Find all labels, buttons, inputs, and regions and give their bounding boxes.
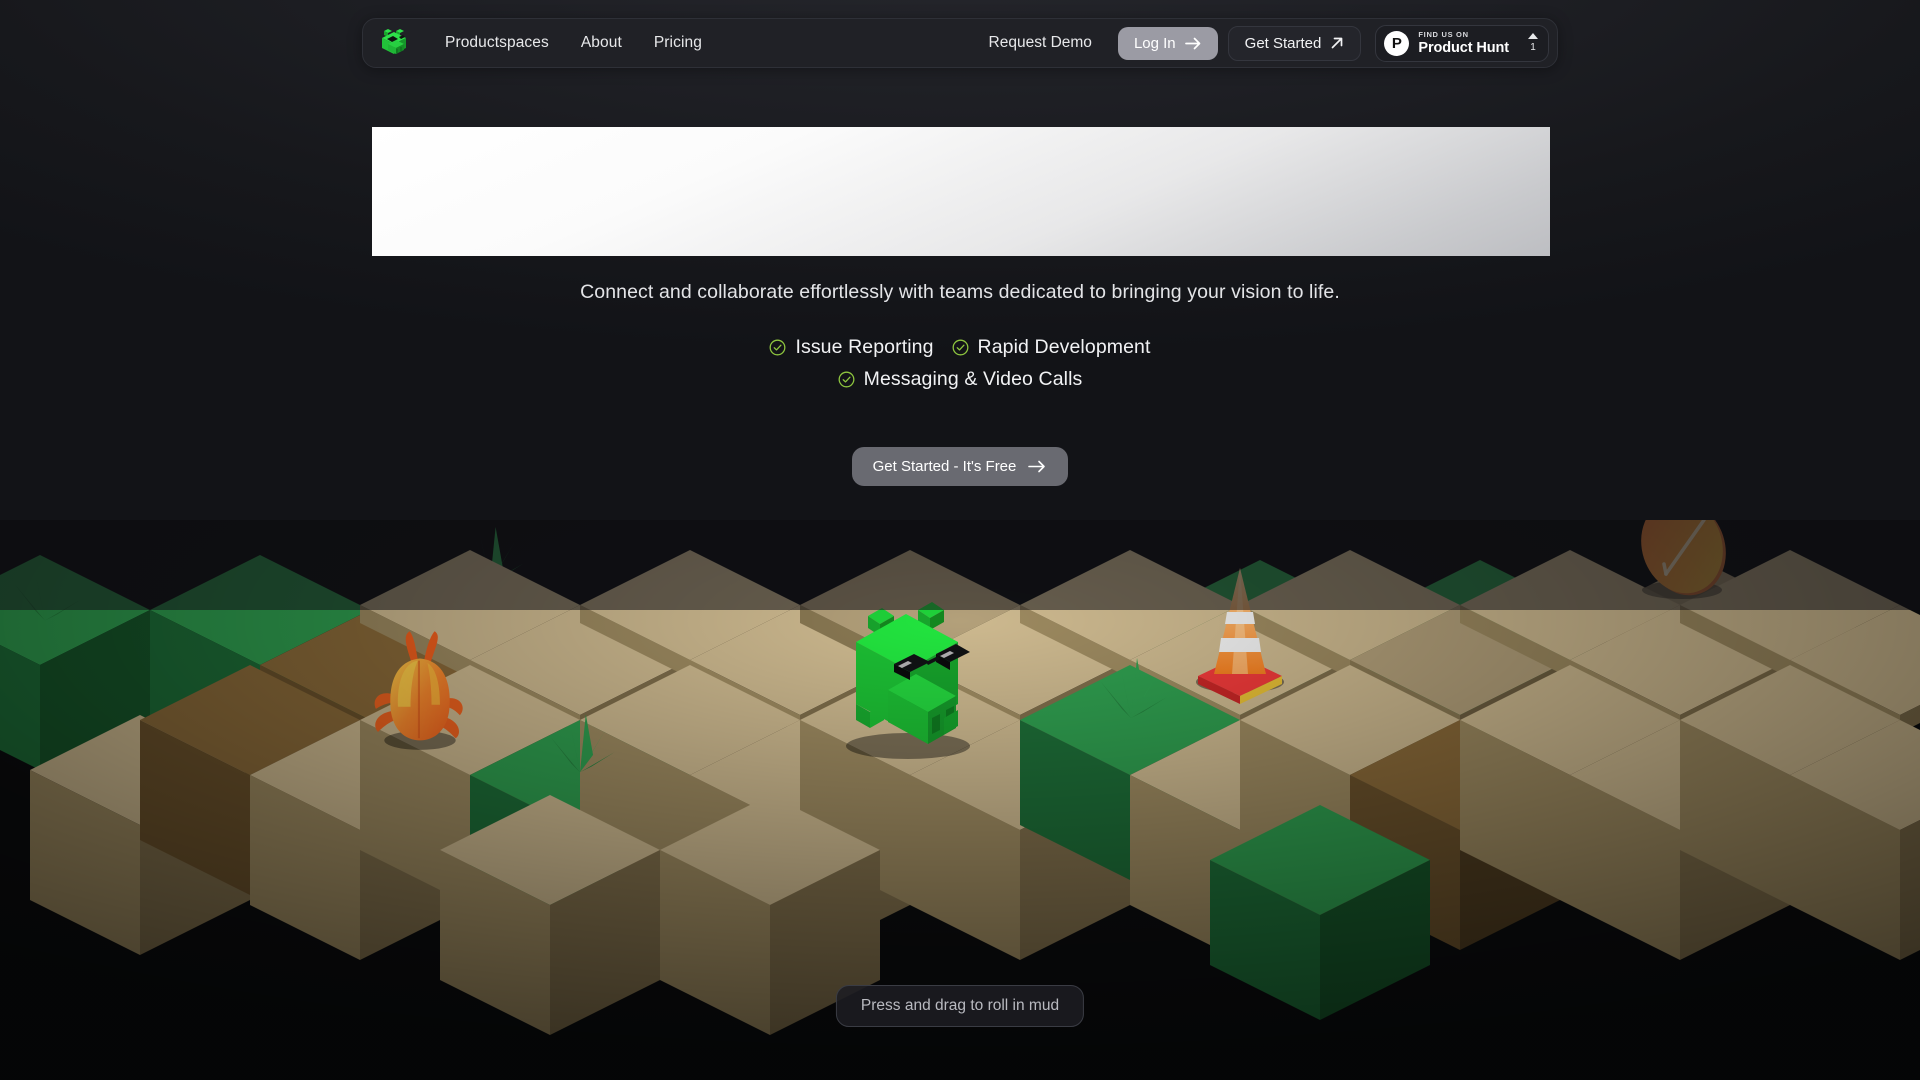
product-hunt-kicker: FIND US ON: [1418, 29, 1469, 39]
check-circle-icon: [770, 339, 786, 356]
page-root: Productspaces About Pricing Request Demo…: [0, 0, 1920, 1080]
hero-title-gradient-block: [372, 127, 1550, 256]
feature-rapid-development: Rapid Development: [952, 336, 1151, 359]
arrow-up-right-icon: [1332, 37, 1343, 49]
feature-row-2: Messaging & Video Calls: [838, 368, 1083, 391]
product-hunt-name: Product Hunt: [1418, 40, 1509, 56]
product-hunt-text: FIND US ON Product Hunt: [1418, 29, 1509, 56]
nav-links: Productspaces About Pricing: [429, 27, 718, 59]
get-started-nav-button[interactable]: Get Started: [1227, 25, 1362, 61]
nav-link-productspaces[interactable]: Productspaces: [429, 27, 565, 59]
arrow-right-icon: [1028, 460, 1046, 473]
login-button[interactable]: Log In: [1117, 26, 1218, 60]
triangle-up-icon: [1528, 33, 1538, 39]
nav-link-about[interactable]: About: [565, 27, 638, 59]
pig-logo-icon[interactable]: [377, 26, 411, 60]
arrow-right-icon: [1184, 37, 1201, 49]
product-hunt-upvote[interactable]: 1: [1528, 33, 1538, 53]
get-started-free-button[interactable]: Get Started - It's Free: [851, 447, 1069, 486]
check-circle-icon: [952, 339, 968, 356]
product-hunt-badge[interactable]: P FIND US ON Product Hunt 1: [1375, 24, 1549, 62]
login-button-label: Log In: [1133, 34, 1176, 52]
feature-issue-reporting: Issue Reporting: [769, 336, 933, 359]
top-navbar: Productspaces About Pricing Request Demo…: [362, 18, 1558, 68]
scene-hint-tooltip: Press and drag to roll in mud: [835, 985, 1085, 1027]
request-demo-link[interactable]: Request Demo: [973, 27, 1108, 59]
nav-actions: Request Demo Log In Get Started P FIND U…: [973, 24, 1549, 62]
hero-subtitle: Connect and collaborate effortlessly wit…: [580, 281, 1340, 303]
feature-row-1: Issue Reporting Rapid Development: [769, 336, 1150, 359]
feature-messaging-video-calls: Messaging & Video Calls: [838, 368, 1083, 391]
nav-link-pricing[interactable]: Pricing: [638, 27, 718, 59]
feature-label: Messaging & Video Calls: [863, 368, 1083, 390]
hero-feature-list: Issue Reporting Rapid Development Messag…: [0, 336, 1920, 391]
feature-label: Rapid Development: [977, 336, 1151, 358]
feature-label: Issue Reporting: [795, 336, 934, 358]
product-hunt-upvote-count: 1: [1530, 42, 1536, 53]
get-started-nav-label: Get Started: [1244, 34, 1322, 52]
hero-cta-wrap: Get Started - It's Free: [0, 447, 1920, 486]
get-started-free-label: Get Started - It's Free: [872, 458, 1017, 475]
check-circle-icon: [838, 371, 855, 388]
product-hunt-logo-icon: P: [1384, 30, 1410, 56]
